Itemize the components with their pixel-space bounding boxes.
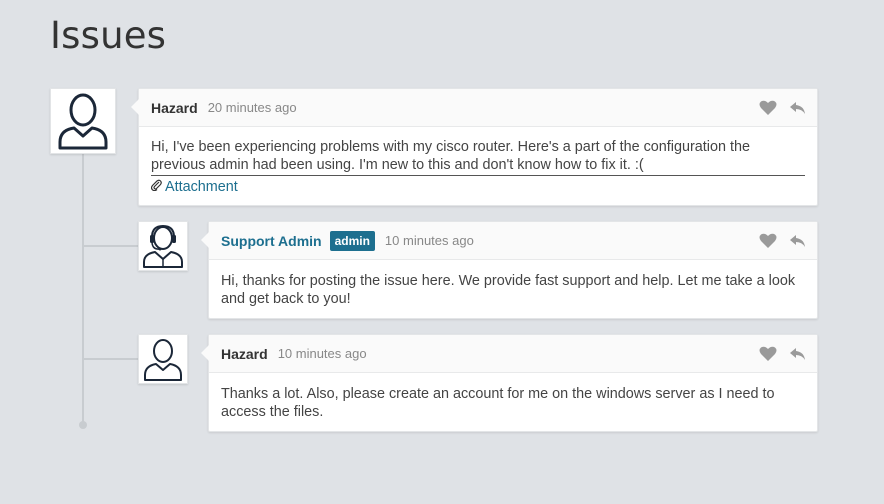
comment-time: 10 minutes ago: [277, 346, 367, 361]
thread-end-dot: [79, 421, 87, 429]
comment-time: 20 minutes ago: [207, 100, 297, 115]
reply-icon[interactable]: [789, 233, 807, 249]
comment-text: Hi, thanks for posting the issue here. W…: [221, 273, 796, 307]
comment-header: Hazard 10 minutes ago: [209, 335, 817, 373]
comment-text: Thanks a lot. Also, please create an acc…: [221, 386, 775, 420]
attachment-link[interactable]: Attachment: [150, 178, 805, 196]
comment-actions: [759, 233, 807, 249]
avatar-user[interactable]: [50, 88, 116, 154]
thread-branch: [83, 358, 139, 360]
role-badge: admin: [329, 230, 375, 251]
support-avatar-icon: [143, 224, 183, 268]
heart-icon[interactable]: [759, 233, 777, 249]
user-avatar-icon: [58, 93, 108, 150]
comment-author[interactable]: Hazard: [151, 100, 198, 116]
reply-icon[interactable]: [789, 100, 807, 116]
comment-author[interactable]: Hazard: [221, 346, 268, 362]
avatar-support-admin[interactable]: [138, 221, 188, 271]
page-title: Issues: [50, 14, 167, 57]
comment-body: Hi, I've been experiencing problems with…: [139, 127, 817, 208]
comment-text: Hi, I've been experiencing problems with…: [151, 138, 805, 176]
comment-card: Hazard 20 minutes ago Hi, I've been expe…: [131, 88, 818, 208]
attachment-label[interactable]: Attachment: [165, 178, 238, 196]
comment-header: Hazard 20 minutes ago: [139, 89, 817, 127]
comment-card: Hazard 10 minutes ago Thanks a lot. Also…: [201, 334, 818, 433]
comment-body: Hi, thanks for posting the issue here. W…: [209, 260, 817, 320]
thread-branch: [83, 245, 139, 247]
comment-card: Support Admin admin 10 minutes ago Hi, t…: [201, 221, 818, 320]
comment-time: 10 minutes ago: [384, 233, 474, 248]
avatar-user[interactable]: [138, 334, 188, 384]
heart-icon[interactable]: [759, 346, 777, 362]
comment-actions: [759, 346, 807, 362]
comment-header: Support Admin admin 10 minutes ago: [209, 222, 817, 260]
user-avatar-icon: [144, 339, 182, 381]
comment-actions: [759, 100, 807, 116]
comment-body: Thanks a lot. Also, please create an acc…: [209, 373, 817, 433]
reply-icon[interactable]: [789, 346, 807, 362]
heart-icon[interactable]: [759, 100, 777, 116]
comment-author[interactable]: Support Admin: [221, 233, 322, 249]
thread-line: [82, 150, 84, 425]
paperclip-icon: [150, 178, 162, 196]
